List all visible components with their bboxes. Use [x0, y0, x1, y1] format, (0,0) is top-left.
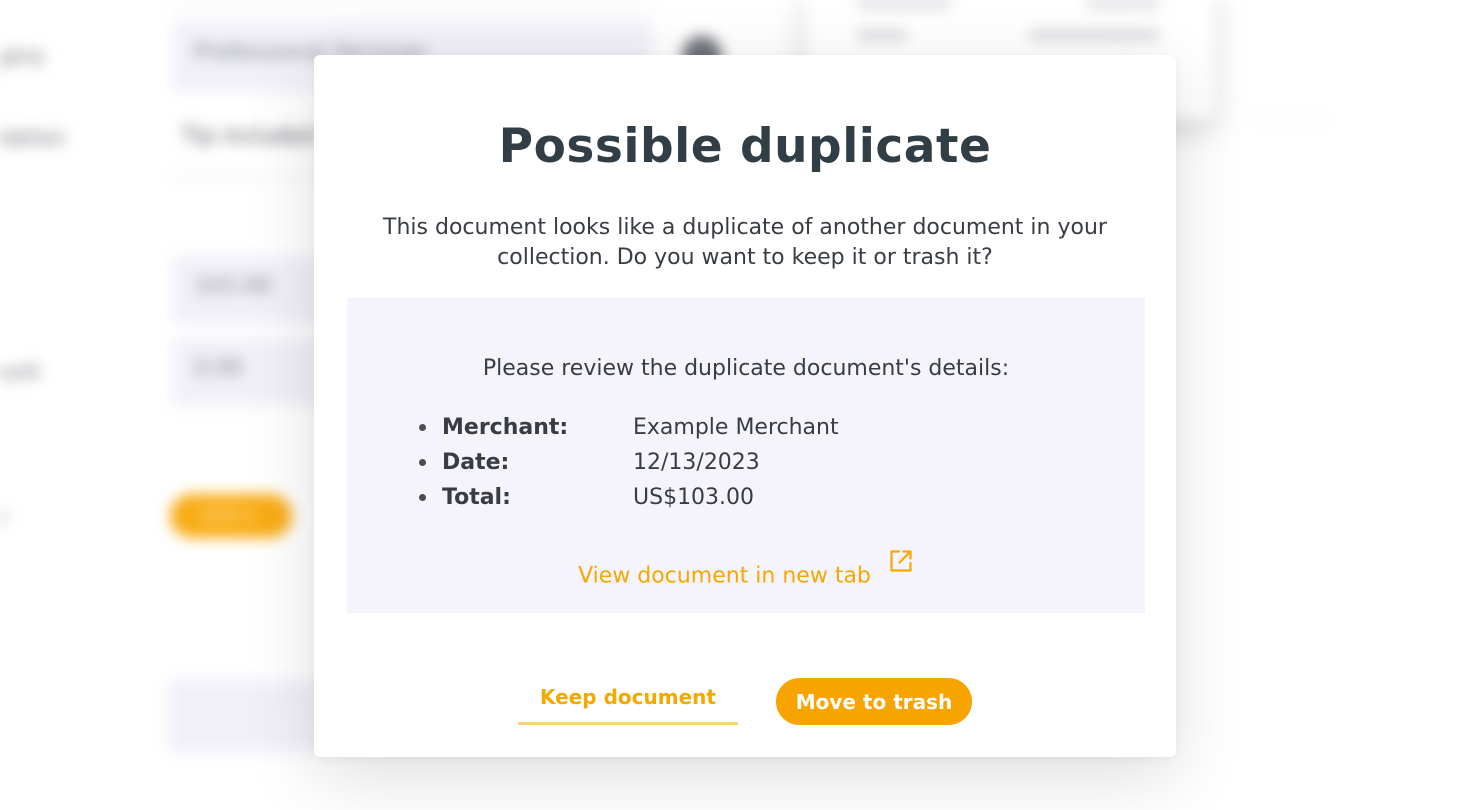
detail-label: Date: [442, 450, 510, 475]
background-label: ount [0, 360, 40, 385]
detail-label: Merchant: [442, 415, 569, 440]
background-label: y [0, 504, 8, 529]
duplicate-details-panel: Please review the duplicate document's d… [347, 298, 1145, 613]
background-label: egory [0, 44, 46, 69]
background-block [168, 680, 328, 752]
view-document-link[interactable]: View document in new tab [347, 548, 1145, 589]
detail-row-total: Total: US$103.00 [419, 480, 839, 515]
external-link-icon [890, 550, 912, 572]
background-pill: USD ▾ [170, 494, 292, 538]
detail-value: Example Merchant [633, 415, 839, 440]
background-divider [172, 176, 322, 178]
bullet-icon [419, 424, 426, 431]
view-document-link-label: View document in new tab [578, 563, 871, 589]
detail-value: 12/13/2023 [633, 450, 760, 475]
background-label: culation [0, 126, 66, 151]
dialog-description: This document looks like a duplicate of … [383, 215, 1107, 270]
move-to-trash-button[interactable]: Move to trash [776, 678, 972, 725]
detail-row-date: Date: 12/13/2023 [419, 445, 839, 480]
detail-row-merchant: Merchant: Example Merchant [419, 410, 839, 445]
background-field: 103.00 [172, 256, 322, 324]
details-heading: Please review the duplicate document's d… [482, 356, 1010, 381]
bullet-icon [419, 459, 426, 466]
background-field: 0.00 [172, 338, 322, 406]
detail-label: Total: [442, 485, 511, 510]
background-divider [172, 8, 652, 10]
duplicate-dialog: Possible duplicate This document looks l… [314, 55, 1176, 757]
background-divider [1250, 118, 1330, 120]
bullet-icon [419, 494, 426, 501]
keep-document-button[interactable]: Keep document [518, 679, 738, 725]
detail-value: US$103.00 [633, 485, 755, 510]
dialog-title: Possible duplicate [498, 119, 992, 174]
details-list: Merchant: Example Merchant Date: 12/13/2… [419, 410, 839, 515]
background-label: Tip included [182, 124, 316, 149]
